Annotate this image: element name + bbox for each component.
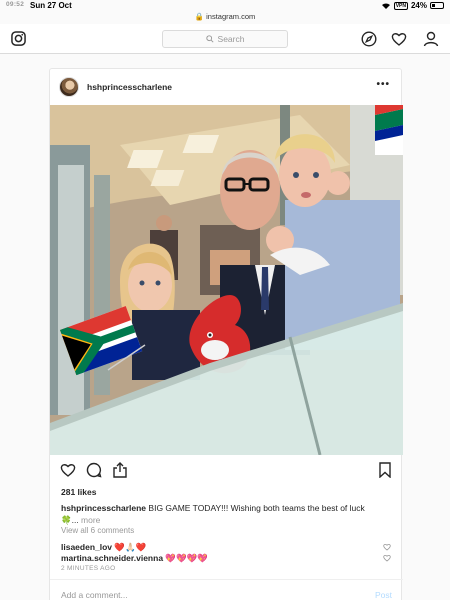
view-all-comments-link[interactable]: View all 6 comments [61, 526, 134, 535]
status-bar: 09:52 Sun 27 Oct VPN 24% [0, 0, 450, 12]
wifi-icon [381, 3, 390, 9]
caption-text: BIG GAME TODAY!!! Wishing both teams the… [146, 503, 365, 513]
heart-icon[interactable] [391, 31, 407, 47]
more-options-button[interactable]: ••• [376, 79, 390, 90]
address-url[interactable]: 🔒 instagram.com [0, 12, 450, 21]
battery-percent: 24% [410, 1, 427, 10]
search-placeholder: Search [217, 34, 245, 44]
caption-continued: 🍀... [61, 515, 82, 525]
comment-like-icon[interactable] [383, 554, 391, 562]
post-comment-button[interactable]: Post [375, 590, 392, 600]
comment-icon[interactable] [86, 462, 102, 478]
like-heart-icon[interactable] [60, 462, 76, 478]
vpn-badge: VPN [393, 1, 408, 10]
status-time: 09:52 [6, 1, 25, 8]
search-icon [205, 35, 214, 43]
top-nav: Search [0, 24, 450, 54]
comment-like-icon[interactable] [383, 543, 391, 551]
comment-row: martina.schneider.vienna 💖💖💖💖 [61, 553, 391, 564]
profile-icon[interactable] [423, 31, 439, 47]
post-username[interactable]: hshprincesscharlene [87, 82, 172, 92]
post-caption: hshprincesscharlene BIG GAME TODAY!!! Wi… [61, 502, 391, 526]
comment-text: ❤️🙏🏻❤️ [112, 542, 147, 552]
comment-username[interactable]: lisaeden_lov [61, 542, 112, 552]
post-header: hshprincesscharlene ••• [50, 69, 401, 105]
post-card: hshprincesscharlene ••• 281 likes hshpri… [49, 68, 403, 600]
avatar[interactable] [59, 77, 79, 97]
url-text: instagram.com [206, 12, 256, 21]
likes-count[interactable]: 281 likes [61, 487, 96, 497]
caption-username[interactable]: hshprincesscharlene [61, 503, 146, 513]
instagram-logo-icon[interactable] [11, 31, 26, 46]
comment-row: lisaeden_lov ❤️🙏🏻❤️ [61, 542, 391, 553]
search-input[interactable]: Search [162, 30, 288, 48]
bookmark-icon[interactable] [377, 462, 393, 478]
comment-username[interactable]: martina.schneider.vienna [61, 553, 163, 563]
more-link[interactable]: more [81, 515, 100, 525]
status-indicators: VPN 24% [381, 1, 444, 10]
add-comment-bar: Add a comment... Post [50, 579, 403, 600]
post-actions [50, 462, 403, 482]
post-photo[interactable] [50, 105, 403, 455]
status-date: Sun 27 Oct [30, 1, 72, 10]
comment-text: 💖💖💖💖 [163, 553, 208, 563]
add-comment-input[interactable]: Add a comment... [61, 590, 128, 600]
post-timestamp: 2 MINUTES AGO [61, 565, 116, 572]
compass-icon[interactable] [361, 31, 377, 47]
battery-icon [430, 2, 444, 9]
share-icon[interactable] [112, 462, 128, 478]
